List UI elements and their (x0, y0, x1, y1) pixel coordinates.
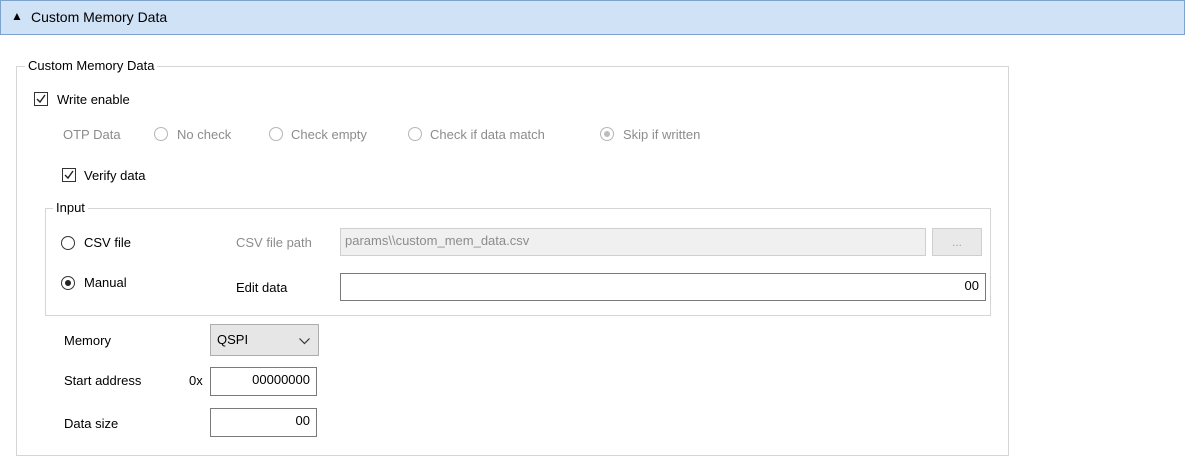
csv-file-radio[interactable] (61, 236, 75, 250)
write-enable-checkbox[interactable] (34, 92, 48, 106)
memory-label: Memory (64, 333, 111, 348)
section-title: Custom Memory Data (31, 9, 168, 25)
start-address-label: Start address (64, 373, 142, 388)
radio-selected-dot (65, 280, 71, 286)
group-legend: Custom Memory Data (25, 58, 158, 73)
csv-file-label: CSV file (84, 235, 131, 250)
start-address-prefix: 0x (189, 373, 203, 388)
edit-data-value: 00 (964, 278, 979, 293)
otp-check-data-match-radio[interactable] (408, 127, 422, 141)
manual-radio[interactable] (61, 276, 75, 290)
checkmark-icon (64, 170, 74, 180)
verify-data-checkbox[interactable] (62, 168, 76, 182)
start-address-field[interactable]: 00000000 (210, 367, 317, 396)
csv-file-path-field[interactable]: params\\custom_mem_data.csv (340, 228, 926, 256)
radio-selected-dot (604, 131, 610, 137)
csv-file-path-value: params\\custom_mem_data.csv (345, 233, 530, 248)
collapse-icon[interactable]: ▲ (11, 9, 23, 23)
start-address-value: 00000000 (252, 372, 310, 387)
otp-check-data-match-label: Check if data match (430, 127, 545, 142)
browse-button[interactable]: ... (932, 228, 982, 256)
otp-no-check-radio[interactable] (154, 127, 168, 141)
data-size-field[interactable]: 00 (210, 408, 317, 437)
data-size-value: 00 (295, 413, 310, 428)
otp-check-empty-radio[interactable] (269, 127, 283, 141)
otp-skip-if-written-radio[interactable] (600, 127, 614, 141)
checkmark-icon (36, 94, 46, 104)
input-legend: Input (53, 200, 88, 215)
manual-label: Manual (84, 275, 127, 290)
memory-select-value: QSPI (217, 332, 249, 347)
verify-data-label: Verify data (84, 168, 146, 183)
otp-skip-if-written-label: Skip if written (623, 127, 701, 142)
edit-data-label: Edit data (236, 280, 288, 295)
csv-file-path-label: CSV file path (236, 235, 312, 250)
otp-no-check-label: No check (177, 127, 232, 142)
memory-select[interactable]: QSPI (210, 324, 319, 356)
otp-check-empty-label: Check empty (291, 127, 367, 142)
write-enable-label: Write enable (57, 92, 130, 107)
chevron-down-icon (299, 338, 310, 345)
section-header[interactable]: ▲ Custom Memory Data (0, 0, 1185, 35)
edit-data-field[interactable]: 00 (340, 273, 986, 301)
otp-data-label: OTP Data (63, 127, 121, 142)
data-size-label: Data size (64, 416, 119, 431)
